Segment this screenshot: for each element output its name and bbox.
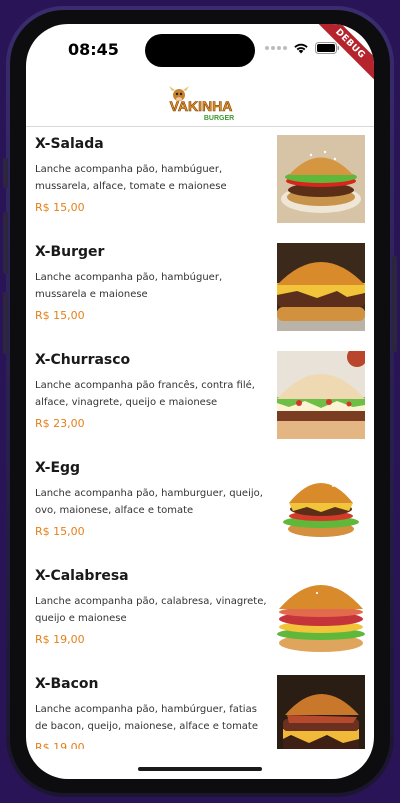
status-time: 08:45 [68, 40, 119, 59]
volume-up-button [3, 212, 8, 274]
dynamic-island [145, 34, 255, 67]
menu-list[interactable]: X-Salada Lanche acompanha pão, hambúguer… [26, 127, 374, 749]
item-name: X-Churrasco [35, 352, 131, 368]
cellular-signal-icon [265, 46, 287, 50]
item-price: R$ 19,00 [35, 741, 85, 749]
item-description: Lanche acompanha pão, calabresa, vinagre… [35, 596, 267, 624]
item-image [277, 459, 365, 547]
item-price: R$ 15,00 [35, 309, 85, 322]
item-image [277, 351, 365, 439]
item-name: X-Burger [35, 244, 105, 260]
item-price: R$ 15,00 [35, 201, 85, 214]
item-description: Lanche acompanha pão, hamburguer, queijo… [35, 488, 263, 516]
item-name: X-Salada [35, 136, 104, 152]
item-price: R$ 23,00 [35, 417, 85, 430]
item-image [277, 675, 365, 749]
status-indicators [265, 42, 340, 54]
volume-down-button [3, 292, 8, 354]
app-screen: 08:45 DEBUG VAKINHA BURGER X-Salada Lanc… [26, 24, 374, 779]
mute-switch [3, 158, 8, 188]
menu-item-x-egg[interactable]: X-Egg Lanche acompanha pão, hamburguer, … [26, 451, 374, 559]
wifi-icon [294, 43, 308, 54]
item-price: R$ 15,00 [35, 525, 85, 538]
battery-icon [315, 42, 340, 54]
item-name: X-Egg [35, 460, 81, 476]
item-image [277, 135, 365, 223]
menu-item-x-bacon[interactable]: X-Bacon Lanche acompanha pão, hambúrguer… [26, 667, 374, 749]
app-bar: VAKINHA BURGER [26, 80, 374, 127]
item-image [277, 243, 365, 331]
item-name: X-Bacon [35, 676, 99, 692]
item-description: Lanche acompanha pão francês, contra fil… [35, 380, 255, 408]
power-button [392, 256, 397, 352]
menu-item-x-churrasco[interactable]: X-Churrasco Lanche acompanha pão francês… [26, 343, 374, 451]
menu-item-x-calabresa[interactable]: X-Calabresa Lanche acompanha pão, calabr… [26, 559, 374, 667]
item-image [277, 567, 365, 655]
vakinha-burger-logo: VAKINHA BURGER [169, 86, 234, 122]
item-description: Lanche acompanha pão, hambúrguer, fatias… [35, 704, 259, 732]
item-price: R$ 19,00 [35, 633, 85, 646]
home-indicator[interactable] [138, 767, 262, 771]
svg-text:VAKINHA: VAKINHA [170, 98, 233, 114]
item-description: Lanche acompanha pão, hambúguer, mussare… [35, 164, 227, 192]
menu-item-x-salada[interactable]: X-Salada Lanche acompanha pão, hambúguer… [26, 127, 374, 235]
menu-item-x-burger[interactable]: X-Burger Lanche acompanha pão, hambúguer… [26, 235, 374, 343]
item-description: Lanche acompanha pão, hambúguer, mussare… [35, 272, 223, 300]
item-name: X-Calabresa [35, 568, 129, 584]
svg-text:BURGER: BURGER [204, 115, 234, 122]
